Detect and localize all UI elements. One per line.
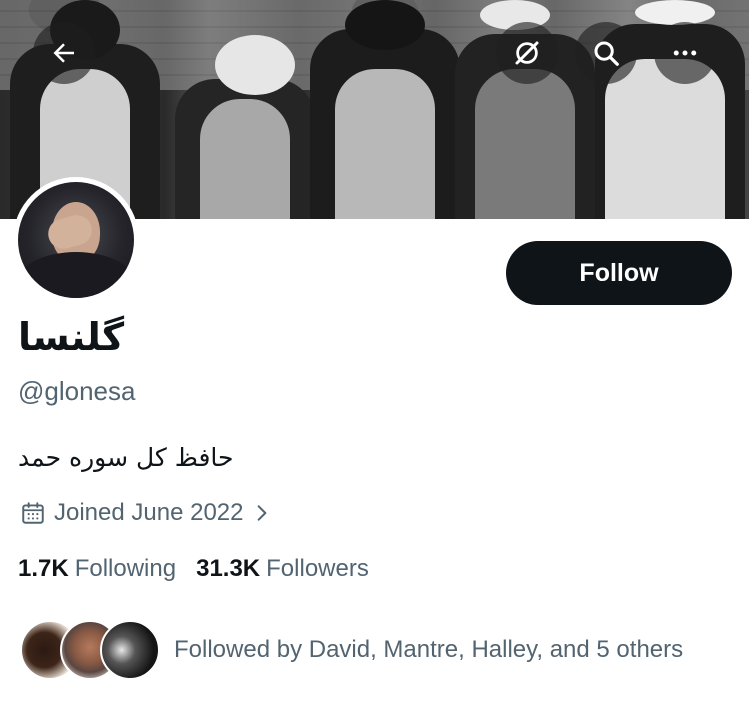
grok-button[interactable] [496, 22, 558, 84]
followers-link[interactable]: 31.3K Followers [196, 555, 369, 583]
chevron-right-icon [257, 505, 266, 521]
followed-by-text: Followed by David, Mantre, Halley, and 5… [174, 636, 684, 663]
calendar-icon [22, 502, 44, 524]
grok-icon [515, 41, 539, 65]
joined-date[interactable]: Joined June 2022 [20, 497, 272, 529]
more-horizontal-icon [673, 50, 697, 56]
banner-figure [335, 69, 435, 219]
more-button[interactable] [654, 22, 716, 84]
profile-bio: حافظ کل سوره حمد [18, 443, 234, 472]
banner-figure-head [345, 0, 425, 50]
arrow-left-icon [53, 43, 74, 63]
joined-label: Joined June 2022 [54, 499, 244, 526]
search-button[interactable] [575, 22, 637, 84]
banner-figure-head [635, 0, 715, 25]
followers-label: Followers [266, 555, 369, 582]
avatar [100, 620, 160, 680]
followers-you-know-avatars [20, 620, 160, 680]
followed-by-row[interactable]: Followed by David, Mantre, Halley, and 5… [20, 620, 683, 680]
profile-avatar[interactable] [13, 177, 139, 303]
following-count: 1.7K [18, 555, 69, 582]
search-icon [594, 41, 619, 66]
follow-stats: 1.7K Following 31.3K Followers [18, 555, 369, 583]
following-link[interactable]: 1.7K Following [18, 555, 176, 583]
follow-button[interactable]: Follow [506, 241, 732, 305]
profile-banner[interactable] [0, 0, 749, 219]
following-label: Following [74, 555, 177, 582]
avatar-scarf [18, 252, 134, 298]
banner-figure [200, 99, 290, 219]
avatar-image [18, 182, 134, 298]
user-handle: @glonesa [18, 376, 136, 406]
banner-figure [605, 59, 725, 219]
banner-figure-head [215, 35, 295, 95]
followers-count: 31.3K [196, 555, 261, 582]
back-button[interactable] [33, 22, 95, 84]
display-name: گلنسا [18, 315, 125, 359]
banner-figure [475, 69, 575, 219]
